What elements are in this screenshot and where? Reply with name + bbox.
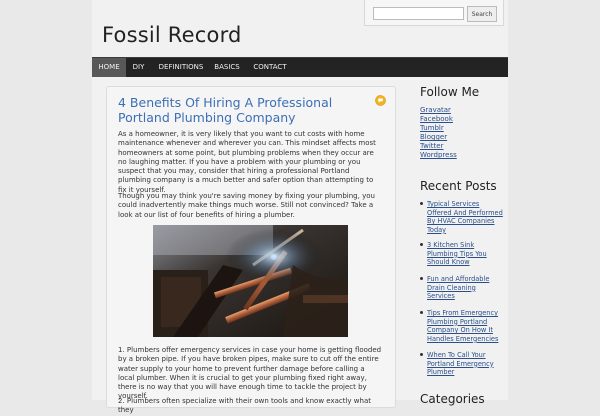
follow-widget-title: Follow Me [420, 85, 480, 99]
bullet-icon [420, 277, 423, 280]
bullet-icon [420, 353, 423, 356]
nav-item-contact[interactable]: CONTACT [249, 58, 291, 77]
bullet-icon [420, 243, 423, 246]
page: Fossil Record Search HOME DIY DEFINITION… [92, 0, 508, 414]
nav-item-definitions[interactable]: DEFINITIONS [153, 58, 209, 77]
recent-posts-title: Recent Posts [420, 179, 497, 193]
article-post: 4 Benefits Of Hiring A Professional Port… [106, 86, 396, 414]
nav-item-basics[interactable]: BASICS [210, 58, 244, 77]
search-button[interactable]: Search [467, 6, 497, 22]
recent-post-link[interactable]: Typical Services Offered And Performed B… [427, 200, 503, 234]
follow-link-wordpress[interactable]: Wordpress [420, 151, 457, 159]
follow-link-twitter[interactable]: Twitter [420, 142, 443, 150]
recent-post-link[interactable]: 3 Kitchen Sink Plumbing Tips You Should … [427, 241, 503, 267]
plumbing-photo [153, 225, 348, 337]
bullet-icon [420, 311, 423, 314]
follow-link-gravatar[interactable]: Gravatar [420, 106, 451, 114]
categories-widget-title: Categories [420, 392, 485, 406]
recent-post-link[interactable]: Tips From Emergency Plumbing Portland Co… [427, 309, 503, 343]
main-nav: HOME DIY DEFINITIONS BASICS CONTACT [92, 57, 508, 77]
article-paragraph: As a homeowner, it is very likely that y… [118, 130, 376, 194]
follow-link-facebook[interactable]: Facebook [420, 115, 453, 123]
follow-link-tumblr[interactable]: Tumblr [420, 124, 444, 132]
article-paragraph: Though you may think you're saving money… [118, 192, 375, 219]
recent-post-link[interactable]: Fun and Affordable Drain Cleaning Servic… [427, 275, 503, 301]
recent-post-link[interactable]: When To Call Your Portland Emergency Plu… [427, 351, 503, 377]
article-paragraph: 1. Plumbers offer emergency services in … [118, 346, 382, 401]
site-title[interactable]: Fossil Record [102, 23, 242, 47]
site-header: Fossil Record Search [92, 0, 508, 57]
comment-bubble-icon[interactable] [375, 95, 386, 106]
search-form: Search [364, 0, 504, 26]
search-input[interactable] [373, 7, 464, 20]
nav-item-diy[interactable]: DIY [126, 58, 151, 77]
article-title-link[interactable]: 4 Benefits Of Hiring A Professional Port… [118, 95, 384, 125]
nav-item-home[interactable]: HOME [92, 58, 126, 77]
follow-link-blogger[interactable]: Blogger [420, 133, 447, 141]
bullet-icon [420, 202, 423, 205]
